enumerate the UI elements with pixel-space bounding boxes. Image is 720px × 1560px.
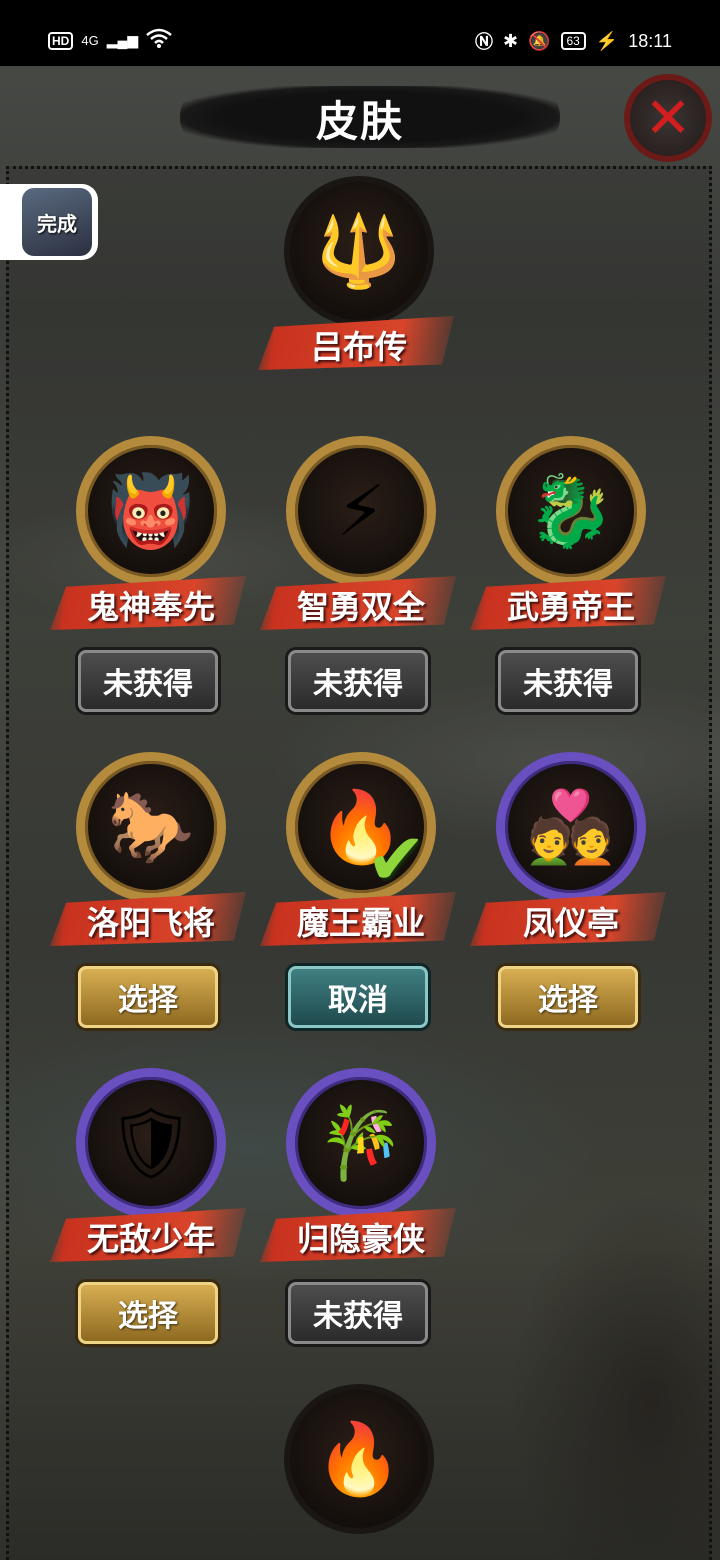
skin-name: 鬼神奉先 — [86, 588, 215, 626]
skin-portrait[interactable]: ⚡ — [286, 436, 436, 586]
clock: 18:11 — [628, 30, 672, 51]
charging-icon: ⚡ — [595, 30, 619, 51]
signal-icon: ▂▄▆ — [106, 32, 139, 48]
select-button[interactable]: 选择 — [78, 966, 218, 1028]
done-label: 完成 — [22, 188, 92, 256]
skin-name: 智勇双全 — [296, 588, 425, 626]
bottom-portrait[interactable]: 🔥 — [284, 1384, 434, 1534]
battery-level: 63 — [560, 32, 586, 50]
skin-portrait[interactable]: 💑 — [496, 752, 646, 902]
skin-card: ⚡ 智勇双全 未获得 — [260, 436, 456, 712]
skin-portrait[interactable]: 👹 — [76, 436, 226, 586]
skin-card: 👹 鬼神奉先 未获得 — [50, 436, 246, 712]
skin-figure-icon: 🐉 — [527, 469, 615, 552]
skin-name: 魔王霸业 — [296, 904, 425, 942]
skin-card: 💑 凤仪亭 选择 — [470, 752, 666, 1028]
skin-figure-icon: 👹 — [107, 469, 195, 552]
nfc-icon: Ⓝ — [474, 32, 493, 52]
skin-card: 🎋 归隐豪侠 未获得 — [260, 1068, 456, 1344]
locked-button[interactable]: 未获得 — [498, 650, 638, 712]
cancel-button[interactable]: 取消 — [288, 966, 428, 1028]
locked-button[interactable]: 未获得 — [78, 650, 218, 712]
skin-name: 凤仪亭 — [522, 904, 619, 942]
skin-figure-icon: 🐎 — [107, 785, 195, 868]
network-type: 4G — [81, 33, 99, 48]
locked-button[interactable]: 未获得 — [288, 1282, 428, 1344]
hd-icon: HD — [48, 31, 74, 50]
select-button[interactable]: 选择 — [78, 1282, 218, 1344]
skin-portrait[interactable]: 🐎 — [76, 752, 226, 902]
check-icon: ✔ — [366, 817, 427, 901]
skin-name: 洛阳飞将 — [86, 904, 215, 942]
skin-figure-icon: 💑 — [527, 785, 615, 868]
skin-name: 武勇帝王 — [506, 588, 635, 626]
header: 皮肤 — [0, 66, 720, 166]
skin-portrait[interactable]: 🐉 — [496, 436, 646, 586]
torch-figure-icon: 🔥 — [315, 1417, 403, 1500]
status-left: HD 4G ▂▄▆ — [48, 28, 172, 53]
skin-name: 无敌少年 — [86, 1220, 215, 1258]
skin-portrait[interactable]: 🛡 — [76, 1068, 226, 1218]
mute-icon: 🔕 — [528, 30, 551, 51]
close-icon: ✕ — [644, 85, 692, 151]
wifi-icon — [146, 28, 172, 53]
skin-card: 🛡 无敌少年 选择 — [50, 1068, 246, 1344]
skin-figure-icon: ⚡ — [336, 470, 386, 552]
done-button[interactable]: 完成 — [0, 184, 98, 260]
select-button[interactable]: 选择 — [498, 966, 638, 1028]
skin-portrait[interactable]: 🎋 — [286, 1068, 436, 1218]
status-bar: HD 4G ▂▄▆ Ⓝ ✱ 🔕 63 ⚡ 18:11 — [0, 0, 720, 66]
featured-figure-icon: 🔱 — [315, 209, 403, 292]
skin-card: 🐉 武勇帝王 未获得 — [470, 436, 666, 712]
close-button[interactable]: ✕ — [624, 74, 712, 162]
featured-skin[interactable]: 🔱 吕布传 — [258, 176, 454, 376]
bluetooth-icon: ✱ — [502, 30, 519, 51]
bottom-skin-preview[interactable]: 🔥 — [264, 1384, 454, 1560]
skin-figure-icon: 🛡 — [106, 1101, 196, 1184]
featured-portrait[interactable]: 🔱 — [284, 176, 434, 326]
skin-figure-icon: 🎋 — [317, 1101, 405, 1184]
page-title: 皮肤 — [315, 97, 404, 146]
skin-card: 🐎 洛阳飞将 选择 — [50, 752, 246, 1028]
skin-card: 🔥 ✔ 魔王霸业 取消 — [260, 752, 456, 1028]
locked-button[interactable]: 未获得 — [288, 650, 428, 712]
skin-name: 归隐豪侠 — [296, 1220, 425, 1258]
featured-name: 吕布传 — [310, 328, 407, 366]
status-right: Ⓝ ✱ 🔕 63 ⚡ 18:11 — [475, 28, 672, 54]
